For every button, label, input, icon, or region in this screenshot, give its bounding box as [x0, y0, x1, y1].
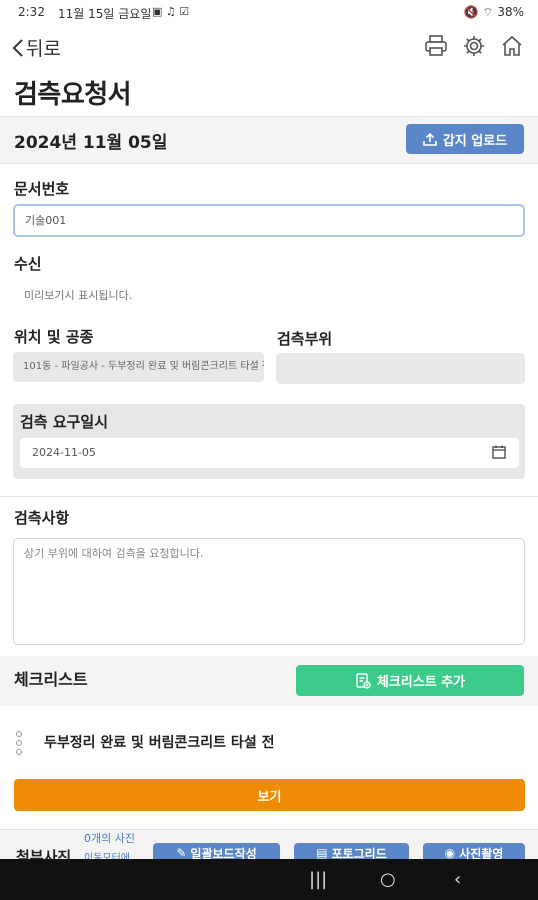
back-label: 뒤로 [26, 38, 61, 60]
edit-board-icon: ✎ [176, 846, 187, 860]
inspection-items-label: 검측사항 [14, 509, 70, 527]
inspection-part-label: 검측부위 [277, 330, 333, 348]
add-checklist-button[interactable]: 체크리스트 추가 [296, 665, 524, 696]
view-button[interactable]: 보기 [14, 779, 525, 811]
status-bar: 2:32 11월 15일 금요일 ▣ ♫ ☑ 🔇 ⌔ 38% [0, 0, 538, 26]
status-time: 2:32 [18, 5, 45, 19]
upload-icon [423, 132, 437, 146]
photo-count: 0개의 사진 [84, 832, 135, 845]
page-title: 검측요청서 [14, 80, 132, 110]
drag-handle-icon[interactable] [16, 731, 24, 755]
doc-number-label: 문서번호 [14, 180, 70, 198]
checklist-item[interactable]: 두부정리 완료 및 버림콘크리트 타설 전 [44, 732, 274, 752]
upload-button[interactable]: 갑지 업로드 [406, 124, 524, 154]
camera-icon: ◉ [444, 846, 456, 860]
status-date: 11월 15일 금요일 [58, 7, 152, 21]
inspection-part-field[interactable] [276, 353, 525, 384]
home-icon[interactable] [498, 32, 526, 60]
recipient-preview: 미리보기시 표시됩니다. [24, 289, 133, 302]
location-field[interactable]: 101동 - 파일공사 - 두부정리 완료 및 버림콘크리트 타설 전 [13, 352, 264, 382]
request-date-input[interactable]: 2024-11-05 [20, 438, 519, 468]
upload-label: 갑지 업로드 [442, 133, 508, 149]
inspection-items-textarea[interactable]: 상기 부위에 대하여 검측을 요청합니다. [13, 538, 525, 645]
print-icon[interactable] [422, 32, 450, 60]
top-actions [422, 32, 526, 60]
view-label: 보기 [257, 789, 282, 805]
request-date-label: 검측 요구일시 [20, 413, 109, 431]
location-label: 위치 및 공종 [14, 328, 94, 346]
back-nav-icon[interactable]: ‹ [454, 869, 461, 890]
battery-level: 38% [497, 5, 524, 19]
doc-number-input[interactable]: 기술001 [13, 204, 525, 237]
status-right: 🔇 ⌔ 38% [463, 5, 524, 20]
recent-apps-icon[interactable]: ||| [309, 869, 327, 890]
notification-icons: ▣ ♫ ☑ [152, 5, 190, 18]
system-nav-bar: ||| ○ ‹ [0, 859, 538, 900]
wifi-icon: ⌔ [482, 5, 494, 19]
add-checklist-label: 체크리스트 추가 [376, 675, 466, 690]
calendar-icon[interactable] [492, 445, 506, 459]
settings-icon[interactable] [460, 32, 488, 60]
checklist-label: 체크리스트 [14, 670, 88, 689]
chevron-left-icon [12, 38, 23, 57]
recipient-label: 수신 [14, 255, 42, 273]
file-icon: ▤ [316, 846, 328, 860]
home-circle-icon[interactable]: ○ [380, 869, 396, 890]
checklist-add-icon [356, 672, 371, 689]
back-button[interactable]: 뒤로 [12, 34, 61, 61]
document-date: 2024년 11월 05일 [14, 133, 168, 153]
divider [0, 496, 538, 497]
mute-icon: 🔇 [463, 5, 479, 19]
